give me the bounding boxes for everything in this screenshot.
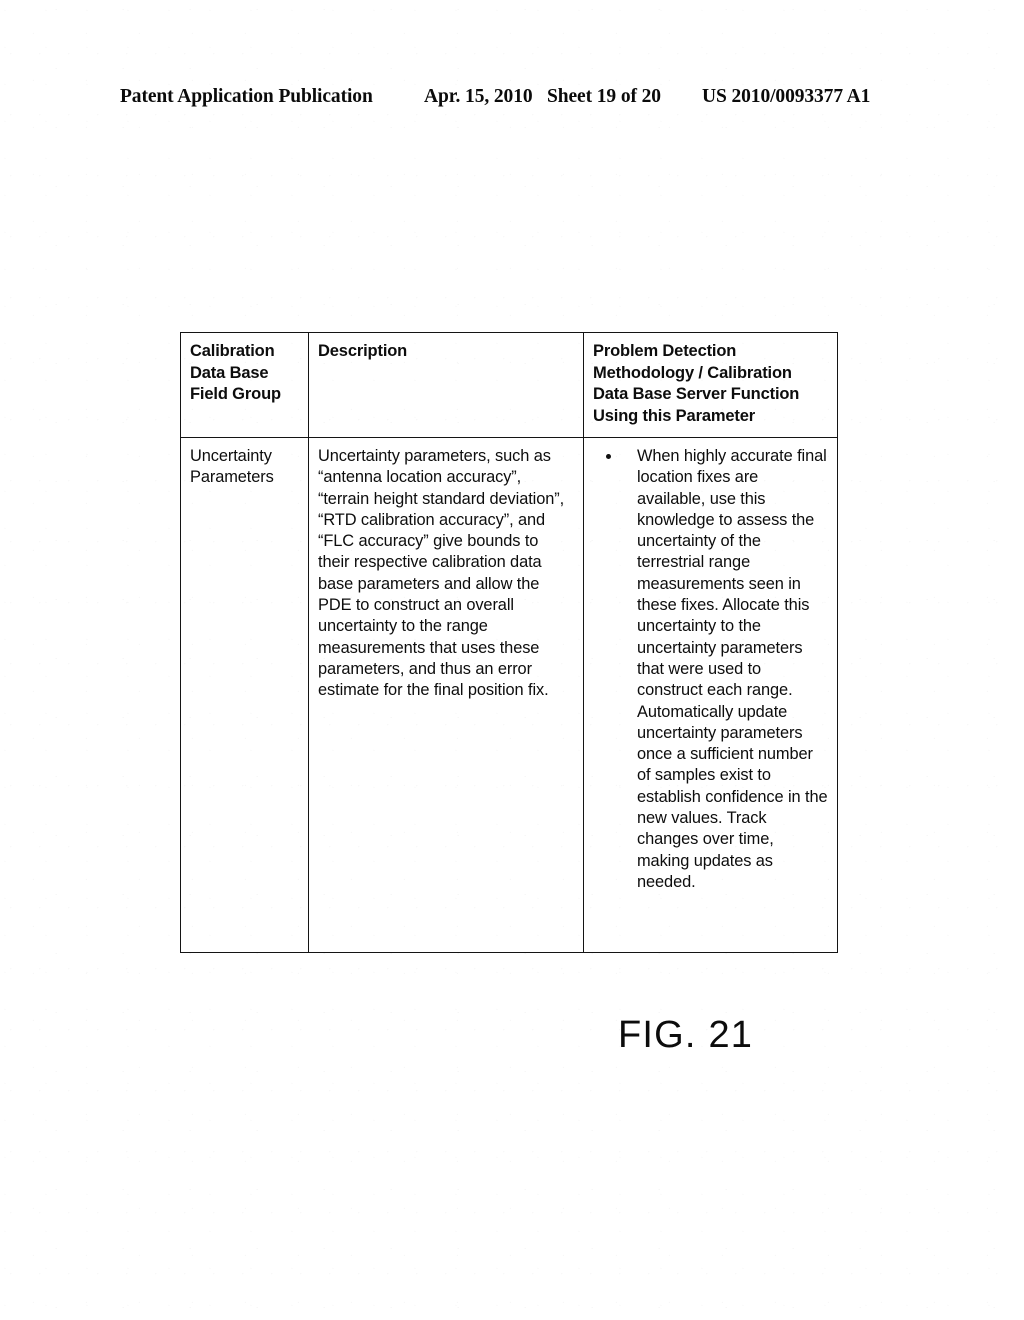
column-header-description: Description — [308, 332, 584, 438]
description-value: Uncertainty parameters, such as “antenna… — [318, 447, 565, 700]
publication-date: Apr. 15, 2010 — [424, 86, 533, 107]
column-header-description-label: Description — [318, 342, 408, 360]
publication-label: Patent Application Publication — [120, 86, 373, 107]
cell-description: Uncertainty parameters, such as “antenna… — [308, 437, 584, 953]
cell-methodology: When highly accurate final location fixe… — [583, 437, 838, 953]
list-item: When highly accurate final location fixe… — [593, 446, 828, 893]
calibration-parameters-table: Calibration Data Base Field Group Descri… — [180, 332, 838, 953]
column-header-methodology-label: Problem Detection Methodology / Calibrat… — [593, 342, 800, 425]
patent-number: US 2010/0093377 A1 — [702, 86, 871, 107]
column-header-field-group-label: Calibration Data Base Field Group — [190, 342, 281, 403]
cell-field-group: Uncertainty Parameters — [180, 437, 309, 953]
field-group-value: Uncertainty Parameters — [190, 447, 274, 487]
column-header-field-group: Calibration Data Base Field Group — [180, 332, 309, 438]
figure-caption: FIG. 21 — [618, 1014, 754, 1056]
page-header: Patent Application Publication Apr. 15, … — [120, 86, 910, 114]
table-header-row: Calibration Data Base Field Group Descri… — [180, 332, 838, 438]
bullet-icon — [606, 454, 611, 459]
sheet-number: Sheet 19 of 20 — [547, 86, 661, 107]
methodology-bullet-text: When highly accurate final location fixe… — [637, 447, 828, 891]
column-header-methodology: Problem Detection Methodology / Calibrat… — [583, 332, 838, 438]
table-row: Uncertainty Parameters Uncertainty param… — [180, 437, 838, 953]
